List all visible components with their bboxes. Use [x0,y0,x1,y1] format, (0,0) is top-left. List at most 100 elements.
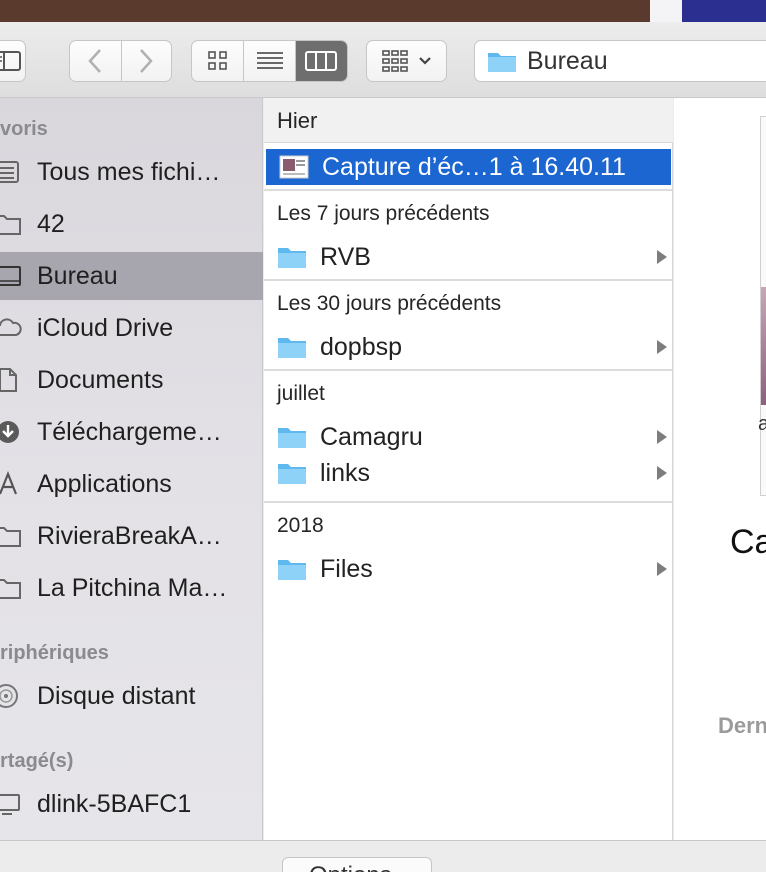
sidebar-item-label: iCloud Drive [37,313,174,342]
disclosure-arrow-icon [657,250,667,264]
navigation-buttons [69,40,172,82]
chevron-down-icon [418,57,431,65]
file-column: Hier Capture d’éc…1 à 16.40.11 Les 7 jou… [264,98,673,840]
column-view-button[interactable] [294,41,347,81]
sidebar-header-devices: riphériques [0,642,109,664]
chevron-right-icon [140,49,153,73]
folder-name: links [320,458,371,487]
sidebar-item-42[interactable]: 42 [0,200,263,248]
folder-icon [0,579,21,599]
sidebar-item-remote-disc[interactable]: Disque distant [0,672,263,720]
sidebar-toggle-button[interactable] [0,40,26,82]
sidebar-item-label: Tous mes fichi… [37,157,221,186]
chevron-left-icon [88,49,102,73]
folder-row-dopbsp[interactable]: dopbsp [264,329,673,365]
preview-file-name: Ca [730,523,766,561]
group-header-2018: 2018 [277,514,324,537]
sidebar-item-all-files[interactable]: Tous mes fichi… [0,148,263,196]
folder-icon [488,53,516,72]
sidebar-item-label: 42 [37,209,65,238]
sidebar-item-icloud-drive[interactable]: iCloud Drive [0,304,263,352]
folder-icon [278,338,306,358]
path-label: Bureau [527,46,608,75]
folder-name: dopbsp [320,332,403,361]
view-mode-selector [191,40,348,82]
disc-icon [0,684,18,708]
disclosure-arrow-icon [657,340,667,354]
folder-icon [278,464,306,484]
preview-pane: a Ca Dern [674,98,766,840]
folder-row-rvb[interactable]: RVB [264,239,673,275]
preview-thumbnail-text: a [758,413,766,435]
file-name: Capture d’éc…1 à 16.40.11 [322,152,626,181]
folder-name: RVB [320,242,371,271]
sidebar-item-label: Disque distant [37,681,196,710]
group-divider [264,501,673,503]
sidebar-item-downloads[interactable]: Téléchargeme… [0,408,263,456]
preview-thumbnail[interactable] [760,116,766,496]
desktop-strip-light [650,0,682,22]
sidebar-item-label: Bureau [37,261,118,290]
thumbnail-image-region [761,287,766,405]
group-header-30-days: Les 30 jours précédents [277,292,502,315]
bottom-bar: Options [0,840,766,872]
group-header-7-days: Les 7 jours précédents [277,202,490,225]
folder-row-links[interactable]: links [264,455,673,491]
document-icon [0,368,17,392]
sidebar-item-dlink[interactable]: dlink-5BAFC1 [0,780,263,828]
group-header-hier: Hier [264,98,673,143]
sidebar-item-label: La Pitchina Ma… [37,573,228,602]
folder-row-camagru[interactable]: Camagru [264,419,673,455]
icon-view-button[interactable] [192,41,243,81]
disclosure-arrow-icon [657,466,667,480]
sidebar-item-label: dlink-5BAFC1 [37,789,192,818]
sidebar: voris Tous mes fichi… 42 Bureau iCloud D… [0,98,263,840]
folder-icon [278,428,306,448]
folder-name: Files [320,554,373,583]
group-header-juillet: juillet [277,382,325,405]
disclosure-arrow-icon [657,430,667,444]
disclosure-arrow-icon [657,562,667,576]
columns-icon [305,51,338,71]
sidebar-item-rivierabreak[interactable]: RivieraBreakA… [0,512,263,560]
sidebar-item-la-pitchina[interactable]: La Pitchina Ma… [0,564,263,612]
all-files-icon [0,161,19,183]
sidebar-item-documents[interactable]: Documents [0,356,263,404]
preview-metadata-label: Dern [718,713,766,738]
file-row-screenshot[interactable]: Capture d’éc…1 à 16.40.11 [266,149,671,185]
desktop-icon [0,266,21,286]
sidebar-item-applications[interactable]: Applications [0,460,263,508]
sidebar-item-bureau[interactable]: Bureau [0,252,263,300]
folder-icon [278,248,306,268]
group-divider [264,369,673,371]
folder-name: Camagru [320,422,423,451]
grid-icon [207,51,227,70]
sidebar-header-favorites: voris [0,118,48,140]
folder-icon [0,527,21,547]
image-file-icon [279,155,309,179]
group-by-button[interactable] [366,40,447,82]
folder-row-files[interactable]: Files [264,551,673,587]
toolbar: Bureau [0,22,766,98]
sidebar-item-label: Documents [37,365,164,394]
group-grid-icon [381,50,408,72]
sidebar-header-shared: rtagé(s) [0,750,74,772]
back-button[interactable] [70,41,121,81]
network-computer-icon [0,794,20,815]
folder-icon [278,560,306,580]
options-button[interactable]: Options [282,857,432,872]
list-icon [256,52,283,69]
forward-button[interactable] [120,41,172,81]
folder-icon [0,215,21,235]
path-control[interactable]: Bureau [474,40,766,82]
sidebar-item-label: Téléchargeme… [37,417,222,446]
group-divider [264,279,673,281]
desktop-background [0,0,766,22]
cloud-icon [0,318,22,336]
download-icon [0,421,19,443]
list-view-button[interactable] [243,41,294,81]
sidebar-item-label: Applications [37,469,172,498]
applications-icon [0,471,18,495]
group-divider [264,189,673,191]
desktop-strip-blue [682,0,766,22]
